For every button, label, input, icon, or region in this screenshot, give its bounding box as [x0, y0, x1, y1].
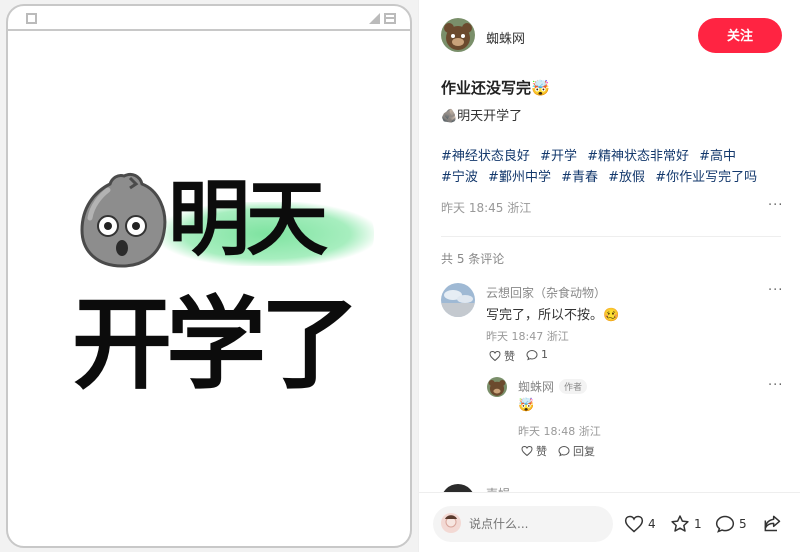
- reply-location: 浙江: [578, 425, 601, 438]
- note-meta: 昨天 18:45 浙江: [441, 199, 531, 216]
- author-name[interactable]: 蜘蛛网: [486, 28, 525, 47]
- tag-link[interactable]: #高中: [699, 149, 736, 164]
- author-bar: 蜘蛛网 关注: [419, 0, 800, 72]
- card-frame-bar: [8, 6, 410, 31]
- image-headline-line2: 开学了: [72, 286, 360, 403]
- reply-reply-button[interactable]: 回复: [558, 443, 595, 459]
- tag-link[interactable]: #神经状态良好: [441, 149, 530, 164]
- note-title: 作业还没写完🤯: [441, 79, 550, 97]
- collect-stat-button[interactable]: 1: [670, 514, 702, 534]
- bear-avatar-icon: [487, 377, 507, 397]
- commenter-avatar[interactable]: [441, 283, 475, 317]
- reply-more-button[interactable]: ···: [768, 378, 783, 393]
- comment-text: 写完了，所以不按。🥴: [486, 308, 620, 323]
- like-count: 4: [648, 517, 656, 531]
- note-description: 🪨明天开学了: [441, 109, 523, 124]
- tag-link[interactable]: #你作业写完了吗: [655, 170, 757, 185]
- collect-count: 1: [694, 517, 702, 531]
- reply-time: 昨天 18:48: [518, 425, 576, 438]
- tag-link[interactable]: #精神状态非常好: [587, 149, 689, 164]
- tag-link[interactable]: #放假: [608, 170, 645, 185]
- image-headline-line1: 明天: [168, 172, 328, 267]
- comment-more-button[interactable]: ···: [768, 283, 783, 298]
- commenter-name[interactable]: 云想回家（杂食动物）: [486, 284, 606, 301]
- note-image-panel: 明天 开学了: [0, 0, 418, 552]
- divider: [441, 236, 781, 237]
- bear-avatar-icon: [441, 18, 475, 52]
- reply-author-avatar[interactable]: [487, 377, 507, 397]
- tag-list: #神经状态良好 #开学 #精神状态非常好 #高中 #宁波 #鄞州中学 #青春 #…: [441, 146, 786, 188]
- comment-time: 昨天 18:47: [486, 330, 544, 343]
- comment-meta: 昨天 18:47 浙江: [486, 328, 569, 344]
- note-time: 昨天 18:45: [441, 201, 504, 215]
- note-image-card: 明天 开学了: [6, 4, 412, 548]
- user-avatar-icon: [441, 513, 461, 533]
- comment-count: 共 5 条评论: [441, 252, 505, 266]
- author-badge: 作者: [559, 379, 588, 394]
- heart-icon: [489, 350, 501, 362]
- note-location: 浙江: [507, 201, 532, 215]
- share-button[interactable]: [762, 513, 782, 537]
- reply-text: 🤯: [518, 398, 535, 413]
- star-icon: [671, 515, 689, 532]
- reply-meta: 昨天 18:48 浙江: [518, 423, 601, 439]
- user-avatar: [441, 513, 461, 533]
- comment-location: 浙江: [546, 330, 569, 343]
- comment-bubble-icon: [715, 515, 735, 533]
- tag-link[interactable]: #开学: [540, 149, 577, 164]
- rock-face-icon: [80, 172, 167, 268]
- author-avatar[interactable]: [441, 18, 475, 52]
- frame-triangle-icon: [369, 13, 380, 24]
- reply-like-button[interactable]: 赞: [521, 443, 547, 459]
- tag-link[interactable]: #青春: [561, 170, 598, 185]
- note-detail-panel: 蜘蛛网 关注 作业还没写完🤯 🪨明天开学了 #神经状态良好 #开学 #精神状态非…: [418, 0, 800, 552]
- share-icon: [764, 515, 781, 532]
- note-more-button[interactable]: ···: [768, 198, 783, 213]
- reply-label: 回复: [573, 445, 595, 458]
- heart-icon: [624, 515, 644, 533]
- bottom-action-bar: 4 1 5: [419, 492, 800, 552]
- heart-icon: [521, 445, 533, 457]
- follow-button[interactable]: 关注: [698, 18, 782, 53]
- like-label: 赞: [504, 350, 515, 363]
- reply-count: 1: [541, 348, 548, 361]
- sky-avatar-icon: [441, 283, 475, 317]
- frame-window-icon: [384, 13, 396, 24]
- comment-bubble-icon: [558, 445, 570, 457]
- frame-square-icon: [26, 13, 37, 24]
- tag-link[interactable]: #宁波: [441, 170, 478, 185]
- comment-like-button[interactable]: 赞: [489, 348, 515, 364]
- reply-author-name[interactable]: 蜘蛛网: [518, 378, 554, 395]
- like-label: 赞: [536, 445, 547, 458]
- comment-reply-button[interactable]: 1: [526, 348, 548, 361]
- comment-total: 5: [739, 517, 747, 531]
- like-stat-button[interactable]: 4: [624, 514, 656, 534]
- tag-link[interactable]: #鄞州中学: [488, 170, 551, 185]
- comment-bubble-icon: [526, 349, 538, 360]
- comment-stat-button[interactable]: 5: [715, 514, 747, 534]
